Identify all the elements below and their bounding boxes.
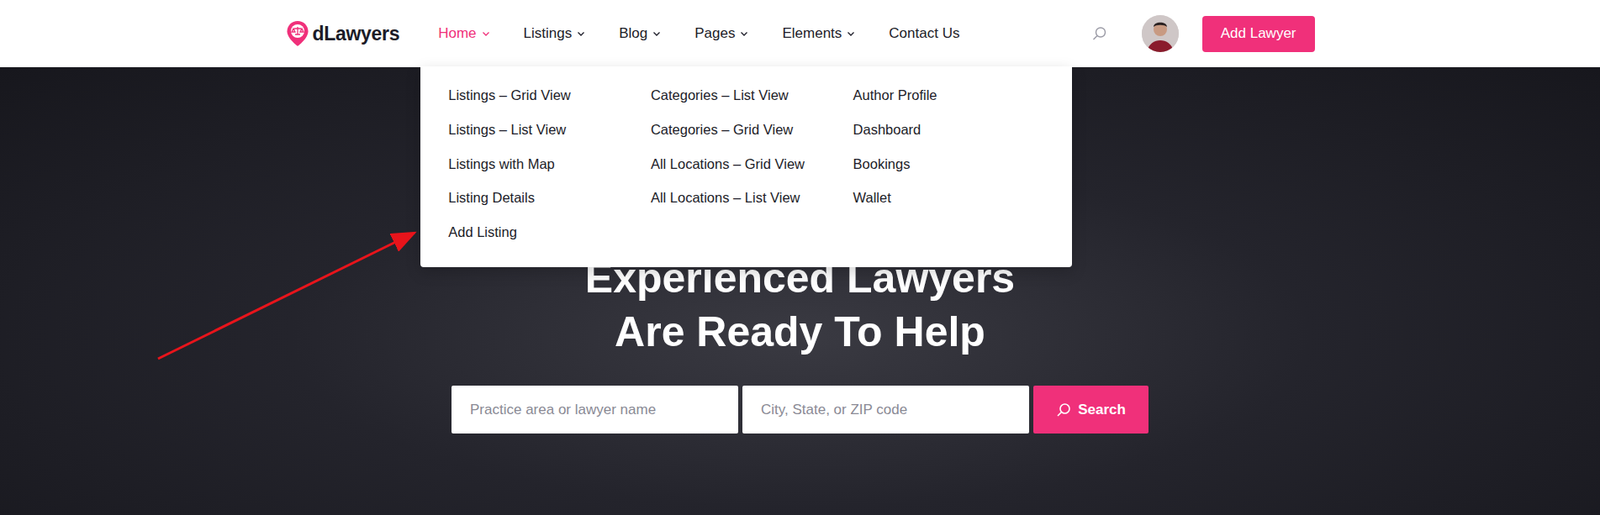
menu-item[interactable]: Listings – Grid View (448, 84, 651, 119)
location-field[interactable] (742, 385, 1030, 434)
menu-item[interactable]: Add Listing (448, 221, 651, 256)
nav-item[interactable]: Pages (694, 22, 749, 45)
menu-item[interactable]: Listing Details (448, 186, 651, 222)
chevron-down-icon (846, 29, 856, 38)
menu-column: Categories – List ViewCategories – Grid … (650, 84, 854, 255)
menu-item[interactable]: Listings – List View (448, 118, 651, 154)
chevron-down-icon (739, 29, 749, 38)
search-form: Search (0, 385, 1600, 434)
nav-item[interactable]: Listings (523, 22, 587, 45)
avatar-person-icon (1141, 15, 1179, 53)
menu-column: Listings – Grid ViewListings – List View… (448, 84, 651, 255)
chevron-down-icon (576, 29, 586, 38)
menu-item[interactable]: All Locations – List View (650, 186, 854, 222)
nav-item[interactable]: Blog (618, 22, 661, 45)
nav-item[interactable]: Contact Us (888, 22, 960, 45)
logo[interactable]: dLawyers (285, 19, 401, 49)
menu-item[interactable]: Author Profile (853, 84, 1057, 119)
nav-item[interactable]: Elements (781, 22, 856, 45)
add-lawyer-button[interactable]: Add Lawyer (1202, 15, 1315, 53)
menu-item[interactable]: Bookings (853, 153, 1057, 188)
menu-item[interactable]: Categories – List View (650, 84, 854, 119)
main-nav: HomeListings – Grid ViewListings – List … (438, 22, 960, 45)
chevron-down-icon (652, 29, 661, 38)
menu-item[interactable]: Categories – Grid View (650, 118, 854, 154)
search-button[interactable]: Search (1033, 385, 1149, 434)
logo-pin-icon (285, 20, 310, 48)
menu-item[interactable]: Wallet (853, 186, 1057, 222)
search-icon (1056, 402, 1072, 418)
chevron-down-icon (481, 29, 491, 38)
menu-item[interactable]: All Locations – Grid View (650, 153, 854, 188)
menu-item[interactable]: Listings with Map (448, 153, 651, 188)
hero-title: Experienced LawyersAre Ready To Help (0, 251, 1600, 360)
search-icon[interactable] (1092, 26, 1108, 42)
menu-item[interactable]: Dashboard (853, 118, 1057, 154)
site-header: dLawyers HomeListings – Grid ViewListings… (0, 0, 1600, 68)
nav-item[interactable]: HomeListings – Grid ViewListings – List … (438, 22, 490, 45)
menu-column: Author ProfileDashboardBookingsWallet (853, 84, 1057, 255)
user-avatar[interactable] (1141, 15, 1179, 53)
mega-menu: Listings – Grid ViewListings – List View… (420, 66, 1072, 267)
keyword-field[interactable] (451, 385, 739, 434)
logo-text: dLawyers (312, 19, 401, 49)
